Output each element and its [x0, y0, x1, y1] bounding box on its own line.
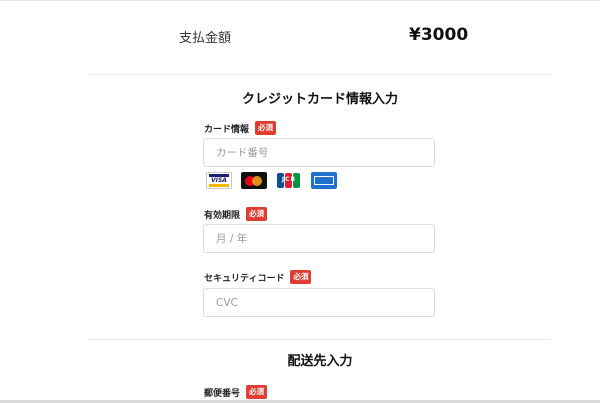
postal-code-label-row: 郵便番号 必須 — [204, 385, 268, 399]
expiry-input[interactable] — [204, 225, 434, 252]
required-badge: 必須 — [290, 270, 312, 284]
security-code-label: セキュリティコード — [204, 273, 285, 284]
top-divider — [0, 0, 600, 1]
card-number-input[interactable] — [204, 139, 434, 166]
cvc-input[interactable] — [204, 289, 434, 316]
required-badge: 必須 — [246, 385, 268, 399]
visa-card-icon: VISA — [206, 172, 232, 189]
section-divider — [88, 74, 550, 75]
security-code-field[interactable] — [203, 288, 435, 317]
credit-card-section-title: クレジットカード情報入力 — [241, 92, 398, 107]
expiry-field[interactable] — [203, 224, 435, 253]
card-info-label: カード情報 — [204, 124, 250, 135]
card-number-field[interactable] — [203, 138, 435, 167]
mastercard-icon — [241, 172, 267, 189]
required-badge: 必須 — [255, 121, 277, 135]
amex-card-icon — [311, 172, 337, 189]
card-info-label-row: カード情報 必須 — [204, 121, 277, 135]
security-code-label-row: セキュリティコード 必須 — [204, 270, 312, 284]
expiry-label: 有効期限 — [204, 210, 241, 221]
section-divider — [88, 339, 550, 340]
payment-amount-value: ¥3000 — [409, 25, 469, 45]
card-brand-list: VISA JCB — [206, 172, 337, 189]
required-badge: 必須 — [246, 207, 268, 221]
payment-amount-label: 支払金額 — [179, 31, 232, 46]
jcb-card-icon: JCB — [276, 172, 302, 189]
shipping-section-title: 配送先入力 — [287, 354, 353, 369]
postal-code-label: 郵便番号 — [204, 388, 241, 399]
expiry-label-row: 有効期限 必須 — [204, 207, 268, 221]
